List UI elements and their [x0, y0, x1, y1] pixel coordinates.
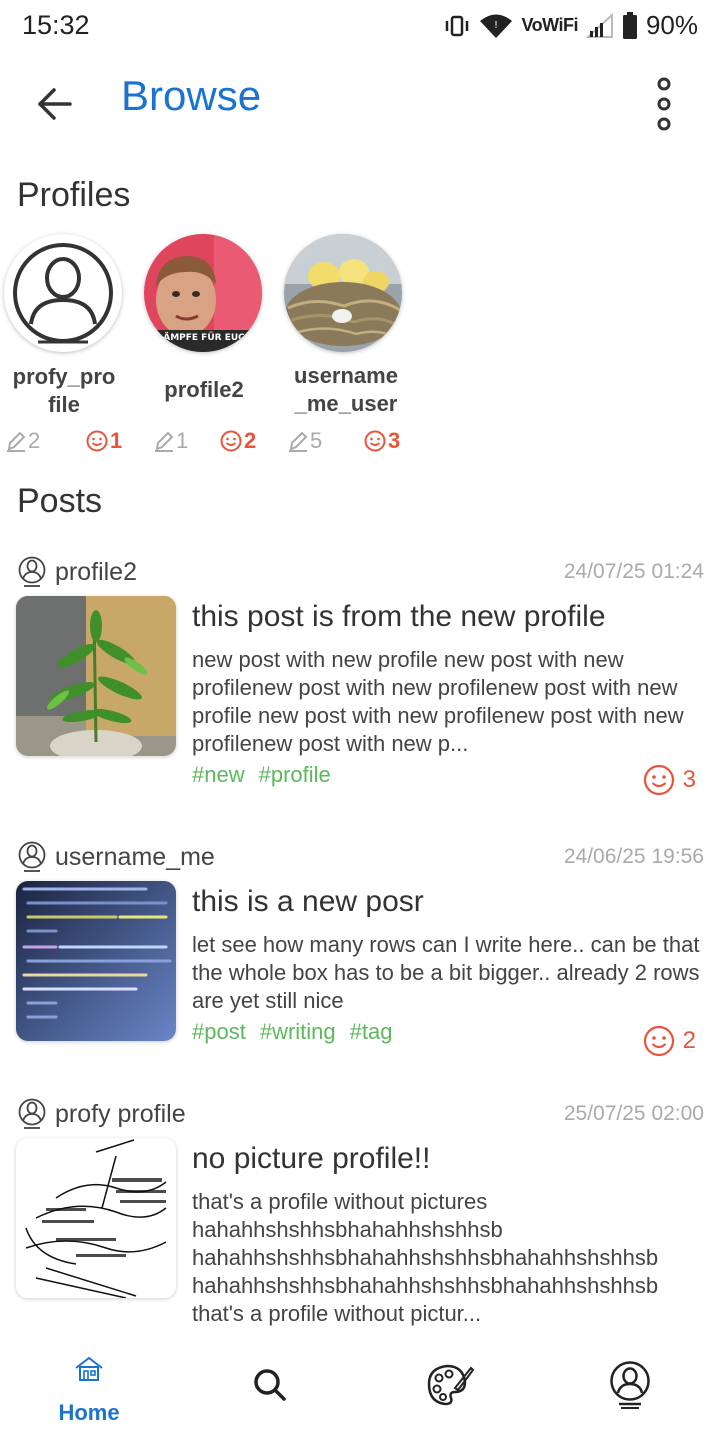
post-like-count: 2 [682, 1027, 696, 1054]
smiley-icon [364, 430, 386, 452]
post-author-name: profy profile [55, 1099, 186, 1128]
post-likes[interactable]: 3 [643, 764, 696, 796]
smiley-icon [643, 1025, 674, 1057]
sketch-drawing [16, 1138, 176, 1298]
post-count-value: 2 [28, 428, 41, 453]
app-bar: Browse [0, 60, 720, 140]
post-title: this post is from the new profile [192, 600, 606, 633]
back-arrow-icon[interactable] [32, 82, 76, 126]
post-card[interactable]: profile2 24/07/25 01:24 this post is fro… [0, 556, 720, 806]
nav-home-label: Home [58, 1400, 120, 1425]
portrait-photo: ÄMPFE FÜR EUC [144, 234, 262, 352]
like-count: 3 [364, 428, 400, 454]
profile-icon [610, 1361, 650, 1409]
user-icon [18, 556, 46, 587]
nav-home[interactable]: Home [19, 1340, 159, 1440]
post-title: no picture profile!! [192, 1142, 431, 1175]
tag-link[interactable]: #new [192, 762, 245, 788]
post-author[interactable]: profy profile [17, 1098, 186, 1130]
post-date: 24/06/25 19:56 [563, 845, 704, 868]
post-count: 2 [6, 428, 40, 454]
pen-icon [7, 431, 26, 452]
status-icons: ! VoWiFi 90% [443, 10, 698, 41]
profiles-list: profy_pro file 2 1 ÄMPFE FÜR EUC profile… [0, 230, 720, 460]
user-icon [18, 841, 46, 872]
profile-stats: 1 2 [134, 428, 264, 454]
profile-name: profy_pro file [12, 364, 116, 417]
post-like-count: 3 [682, 766, 696, 793]
default-user-icon [6, 236, 120, 350]
wifi-icon: ! [480, 14, 513, 38]
signal-icon [585, 12, 613, 38]
pen-icon [289, 431, 308, 452]
like-count: 1 [86, 428, 122, 454]
svg-text:!: ! [494, 20, 498, 31]
post-author-name: username_me [55, 842, 215, 871]
tag-link[interactable]: #profile [259, 762, 331, 788]
vibrate-icon [446, 15, 469, 36]
user-icon [18, 1098, 46, 1129]
post-date: 25/07/25 02:00 [563, 1102, 704, 1125]
like-count-value: 3 [388, 428, 401, 453]
profile-name: username _me_user [294, 363, 398, 416]
home-icon [75, 1356, 103, 1381]
nav-profile[interactable] [560, 1340, 700, 1440]
tag-link[interactable]: #tag [350, 1019, 393, 1045]
post-body: let see how many rows can I write here..… [192, 932, 700, 1013]
profile-name: profile2 [164, 377, 244, 402]
post-count: 5 [288, 428, 322, 454]
post-body: that's a profile without pictures hahahh… [192, 1189, 659, 1326]
nav-create[interactable] [380, 1340, 520, 1440]
post-body: new post with new profile new post with … [192, 647, 684, 756]
post-author[interactable]: profile2 [17, 556, 137, 588]
nav-search[interactable] [200, 1340, 340, 1440]
like-count-value: 1 [110, 428, 123, 453]
profiles-heading: Profiles [17, 176, 131, 214]
post-card[interactable]: profy profile 25/07/25 02:00 no picture … [0, 1098, 720, 1338]
smiley-icon [643, 764, 674, 796]
post-author[interactable]: username_me [17, 841, 215, 873]
search-icon [254, 1369, 286, 1401]
smiley-icon [220, 430, 242, 452]
page-title: Browse [121, 72, 262, 119]
profile-stats: 2 1 [0, 428, 130, 454]
post-tags: #post #writing #tag [192, 1019, 392, 1045]
more-options-icon[interactable] [646, 76, 682, 132]
battery-icon [622, 11, 637, 39]
chicks-nest-photo [284, 234, 402, 352]
posts-heading: Posts [17, 482, 103, 520]
avatar: ÄMPFE FÜR EUC [144, 234, 262, 352]
svg-text:ÄMPFE FÜR EUC: ÄMPFE FÜR EUC [163, 332, 245, 343]
tag-link[interactable]: #writing [260, 1019, 336, 1045]
code-screenshot-photo [16, 881, 176, 1041]
post-title: this is a new posr [192, 885, 424, 918]
like-count: 2 [220, 428, 256, 454]
post-author-name: profile2 [55, 557, 137, 586]
post-count: 1 [154, 428, 188, 454]
avatar [284, 234, 402, 352]
post-count-value: 5 [310, 428, 323, 453]
profile-stats: 5 3 [278, 428, 408, 454]
avatar [4, 234, 122, 352]
post-likes[interactable]: 2 [643, 1025, 696, 1057]
status-time: 15:32 [22, 10, 90, 40]
vowifi-label: VoWiFi [521, 15, 578, 35]
bottom-nav: Home [0, 1340, 720, 1440]
post-tags: #new #profile [192, 762, 331, 788]
smiley-icon [86, 430, 108, 452]
battery-level: 90% [645, 10, 698, 40]
like-count-value: 2 [244, 428, 257, 453]
post-count-value: 1 [176, 428, 189, 453]
plant-photo [16, 596, 176, 756]
post-date: 24/07/25 01:24 [563, 560, 704, 583]
post-card[interactable]: username_me 24/06/25 19:56 this is a new [0, 841, 720, 1071]
status-bar: 15:32 ! VoWiFi 90% [0, 0, 720, 50]
tag-link[interactable]: #post [192, 1019, 246, 1045]
pen-icon [155, 431, 174, 452]
post-image[interactable] [16, 1138, 176, 1298]
post-image[interactable] [16, 596, 176, 756]
post-image[interactable] [16, 881, 176, 1041]
palette-icon [427, 1364, 475, 1406]
